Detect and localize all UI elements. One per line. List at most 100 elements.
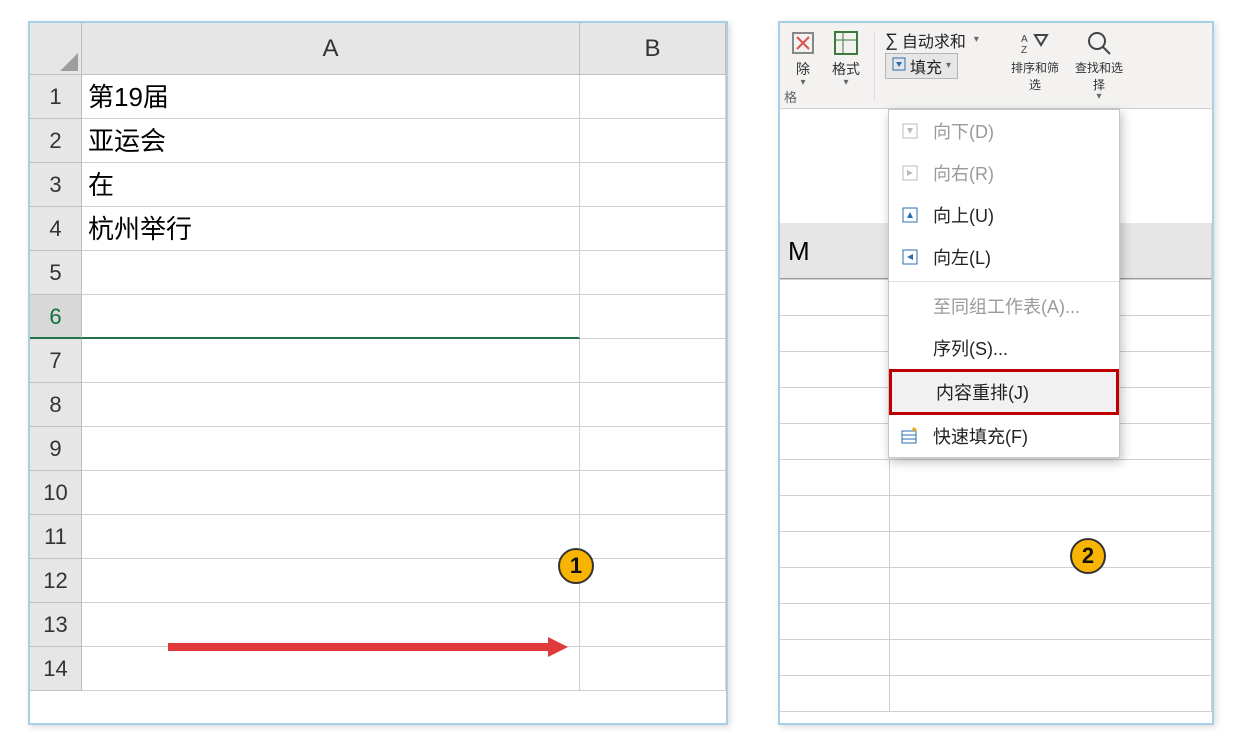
cell-A6[interactable]	[82, 295, 580, 339]
flash-fill-item[interactable]: 快速填充(F)	[889, 415, 1119, 457]
row-5: 5	[30, 251, 726, 295]
cell-A5[interactable]	[82, 251, 580, 295]
cell-B14[interactable]	[580, 647, 726, 691]
cell-A9[interactable]	[82, 427, 580, 471]
cell-B12[interactable]	[580, 559, 726, 603]
row-header[interactable]: 11	[30, 515, 82, 559]
cell-A4[interactable]: 杭州举行	[82, 207, 580, 251]
fill-across-sheets-item[interactable]: 至同组工作表(A)...	[889, 285, 1119, 327]
cell-B3[interactable]	[580, 163, 726, 207]
cell-B6[interactable]	[580, 295, 726, 339]
cell-B5[interactable]	[580, 251, 726, 295]
menu-item-label: 向左(L)	[933, 244, 991, 270]
chevron-down-icon: ▾	[843, 79, 848, 87]
cell[interactable]	[780, 640, 890, 676]
fill-series-item[interactable]: 序列(S)...	[889, 327, 1119, 369]
column-header-A[interactable]: A	[82, 23, 580, 75]
cell[interactable]	[890, 568, 1212, 604]
row-header[interactable]: 13	[30, 603, 82, 647]
cell-B4[interactable]	[580, 207, 726, 251]
autosum-button[interactable]: ∑ 自动求和 ▾	[881, 27, 1001, 53]
cell[interactable]	[780, 568, 890, 604]
fill-justify-item[interactable]: 内容重排(J)	[889, 369, 1119, 415]
row-3: 3 在	[30, 163, 726, 207]
cell[interactable]	[890, 460, 1212, 496]
cell[interactable]	[890, 640, 1212, 676]
cell-A7[interactable]	[82, 339, 580, 383]
cell-A13[interactable]	[82, 603, 580, 647]
row-header[interactable]: 5	[30, 251, 82, 295]
fill-button[interactable]: 填充 ▾	[885, 53, 958, 79]
spreadsheet: A B 1 第19届 2 亚运会 3 在 4 杭州举行 5 6	[30, 23, 726, 691]
cell-A14[interactable]	[82, 647, 580, 691]
cell-B1[interactable]	[580, 75, 726, 119]
row-header[interactable]: 3	[30, 163, 82, 207]
step-badge-1: 1	[558, 548, 594, 584]
cell[interactable]	[780, 604, 890, 640]
row-header[interactable]: 14	[30, 647, 82, 691]
select-all-corner[interactable]	[30, 23, 82, 75]
cell[interactable]	[780, 676, 890, 712]
cell-B11[interactable]	[580, 515, 726, 559]
row-header[interactable]: 8	[30, 383, 82, 427]
row-header[interactable]: 2	[30, 119, 82, 163]
sort-filter-button[interactable]: AZ 排序和筛选	[1005, 27, 1065, 95]
format-button[interactable]: 格式 ▾	[824, 27, 868, 89]
cell-B2[interactable]	[580, 119, 726, 163]
cell[interactable]	[780, 316, 890, 352]
fill-down-item[interactable]: 向下(D)	[889, 110, 1119, 152]
row-header[interactable]: 10	[30, 471, 82, 515]
column-header-M[interactable]: M	[780, 223, 890, 279]
spreadsheet-panel: A B 1 第19届 2 亚运会 3 在 4 杭州举行 5 6	[28, 21, 728, 725]
delete-label: 除	[796, 59, 810, 79]
cell-B8[interactable]	[580, 383, 726, 427]
cell-A1[interactable]: 第19届	[82, 75, 580, 119]
cell-B10[interactable]	[580, 471, 726, 515]
blank-icon	[899, 337, 921, 359]
row-12: 12	[30, 559, 726, 603]
table-row	[780, 676, 1212, 712]
find-select-button[interactable]: 查找和选择 ▾	[1069, 27, 1129, 103]
svg-text:A: A	[1021, 34, 1028, 45]
cell-A2[interactable]: 亚运会	[82, 119, 580, 163]
cell-B13[interactable]	[580, 603, 726, 647]
cell[interactable]	[780, 496, 890, 532]
cell[interactable]	[890, 532, 1212, 568]
row-header[interactable]: 7	[30, 339, 82, 383]
svg-text:Z: Z	[1021, 45, 1027, 55]
row-header[interactable]: 6	[30, 295, 82, 339]
cell[interactable]	[890, 496, 1212, 532]
autosum-label: 自动求和	[902, 28, 966, 52]
format-icon	[832, 29, 860, 57]
cell[interactable]	[890, 604, 1212, 640]
cell-A3[interactable]: 在	[82, 163, 580, 207]
row-6: 6	[30, 295, 726, 339]
row-header[interactable]: 1	[30, 75, 82, 119]
cell-B9[interactable]	[580, 427, 726, 471]
row-header[interactable]: 9	[30, 427, 82, 471]
cell[interactable]	[780, 424, 890, 460]
flash-fill-icon	[899, 425, 921, 447]
cell-B7[interactable]	[580, 339, 726, 383]
fill-up-item[interactable]: 向上(U)	[889, 194, 1119, 236]
row-header[interactable]: 4	[30, 207, 82, 251]
search-icon	[1085, 29, 1113, 57]
cell-A8[interactable]	[82, 383, 580, 427]
cell[interactable]	[780, 460, 890, 496]
row-header[interactable]: 12	[30, 559, 82, 603]
fill-left-item[interactable]: 向左(L)	[889, 236, 1119, 278]
delete-button[interactable]: 除 ▾	[786, 27, 820, 89]
cell[interactable]	[780, 388, 890, 424]
cell-A12[interactable]	[82, 559, 580, 603]
row-4: 4 杭州举行	[30, 207, 726, 251]
fill-right-item[interactable]: 向右(R)	[889, 152, 1119, 194]
cell[interactable]	[780, 352, 890, 388]
cell[interactable]	[780, 532, 890, 568]
cell[interactable]	[890, 676, 1212, 712]
cell-A11[interactable]	[82, 515, 580, 559]
find-select-label: 查找和选择	[1073, 59, 1125, 93]
sort-filter-label: 排序和筛选	[1009, 59, 1061, 93]
cell[interactable]	[780, 280, 890, 316]
cell-A10[interactable]	[82, 471, 580, 515]
column-header-B[interactable]: B	[580, 23, 726, 75]
